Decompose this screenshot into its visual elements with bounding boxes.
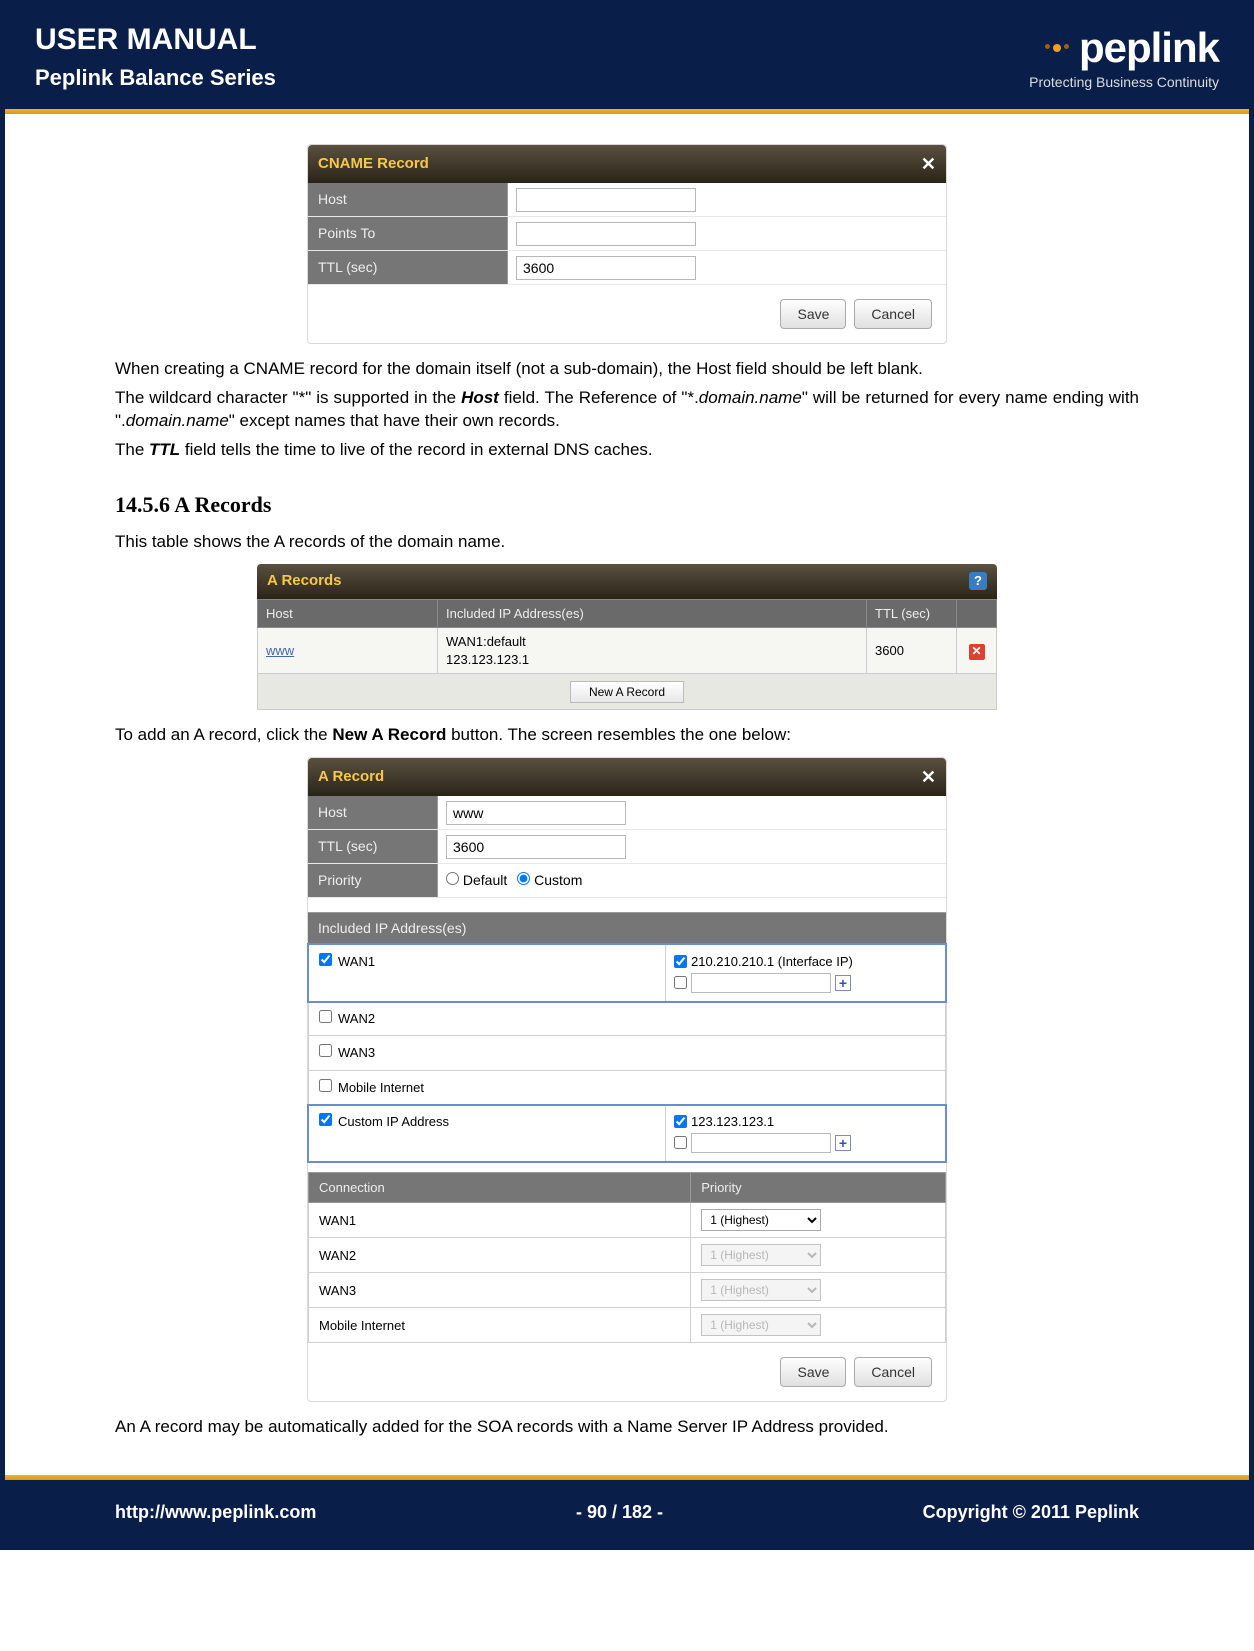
cname-record-panel: CNAME Record ✕ Host Points To TTL (sec) … — [307, 144, 947, 344]
wan2-checkbox[interactable] — [319, 1010, 332, 1023]
wan3-priority-select: 1 (Highest) — [701, 1279, 821, 1301]
wan1-checkbox[interactable] — [319, 953, 332, 966]
included-ip-header: Included IP Address(es) — [308, 912, 946, 944]
doc-footer: http://www.peplink.com - 90 / 182 - Copy… — [5, 1480, 1249, 1545]
custom-ip-checkbox[interactable] — [319, 1113, 332, 1126]
cancel-button[interactable]: Cancel — [854, 1357, 932, 1387]
cname-points-label: Points To — [308, 217, 508, 250]
table-row: WAN31 (Highest) — [309, 1273, 946, 1308]
cname-host-input[interactable] — [516, 188, 696, 212]
wan1-ip-checkbox[interactable] — [674, 955, 687, 968]
a-records-table: A Records ? Host Included IP Address(es)… — [257, 564, 997, 710]
paragraph: When creating a CNAME record for the dom… — [115, 358, 1139, 381]
wan1-priority-select[interactable]: 1 (Highest) — [701, 1209, 821, 1231]
cname-panel-title: CNAME Record — [318, 154, 429, 174]
logo-text: peplink — [1079, 24, 1219, 72]
footer-url: http://www.peplink.com — [115, 1502, 316, 1523]
cname-ttl-input[interactable] — [516, 256, 696, 280]
section-heading: 14.5.6 A Records — [115, 490, 1139, 520]
new-a-record-button[interactable]: New A Record — [570, 681, 684, 703]
cname-points-input[interactable] — [516, 222, 696, 246]
conn-header: Connection — [309, 1172, 691, 1203]
prio-header: Priority — [691, 1172, 946, 1203]
wan3-label: WAN3 — [338, 1044, 375, 1062]
wan1-ip-text: 210.210.210.1 (Interface IP) — [691, 953, 853, 971]
logo: peplink Protecting Business Continuity — [1029, 24, 1219, 90]
doc-subtitle: Peplink Balance Series — [35, 65, 276, 91]
mobile-label: Mobile Internet — [338, 1079, 424, 1097]
ar-priority-label: Priority — [308, 864, 438, 897]
cancel-button[interactable]: Cancel — [854, 299, 932, 329]
close-icon[interactable]: ✕ — [921, 152, 936, 176]
page-content: CNAME Record ✕ Host Points To TTL (sec) … — [5, 114, 1249, 1475]
col-host: Host — [258, 599, 438, 628]
paragraph: An A record may be automatically added f… — [115, 1416, 1139, 1439]
custom-ip1-text: 123.123.123.1 — [691, 1113, 774, 1131]
save-button[interactable]: Save — [780, 1357, 846, 1387]
plus-icon[interactable]: + — [835, 1135, 851, 1151]
col-ttl: TTL (sec) — [867, 599, 957, 628]
wan1-extra-input[interactable] — [691, 973, 831, 993]
cname-host-label: Host — [308, 183, 508, 216]
wan1-label: WAN1 — [338, 953, 375, 971]
logo-dots-icon — [1045, 44, 1069, 52]
plus-icon[interactable]: + — [835, 975, 851, 991]
a-record-panel-title: A Record — [318, 767, 384, 787]
paragraph: To add an A record, click the New A Reco… — [115, 724, 1139, 747]
priority-custom-radio[interactable]: Custom — [517, 871, 582, 890]
wan1-extra-checkbox[interactable] — [674, 976, 687, 989]
save-button[interactable]: Save — [780, 299, 846, 329]
a-record-ttl: 3600 — [867, 628, 957, 674]
wan2-priority-select: 1 (Highest) — [701, 1244, 821, 1266]
a-records-title: A Records — [267, 571, 341, 591]
a-record-ip: WAN1:default 123.123.123.1 — [438, 628, 867, 674]
footer-copyright: Copyright © 2011 Peplink — [923, 1502, 1139, 1523]
cname-ttl-label: TTL (sec) — [308, 251, 508, 284]
paragraph: The TTL field tells the time to live of … — [115, 439, 1139, 462]
close-icon[interactable]: ✕ — [921, 765, 936, 789]
ar-ttl-label: TTL (sec) — [308, 830, 438, 863]
wan2-label: WAN2 — [338, 1010, 375, 1028]
ar-ttl-input[interactable] — [446, 835, 626, 859]
custom-ip-extra-input[interactable] — [691, 1133, 831, 1153]
col-action — [957, 599, 997, 628]
delete-icon[interactable]: ✕ — [969, 644, 985, 660]
ar-host-input[interactable] — [446, 801, 626, 825]
logo-tagline: Protecting Business Continuity — [1029, 74, 1219, 90]
paragraph: This table shows the A records of the do… — [115, 531, 1139, 554]
col-ip: Included IP Address(es) — [438, 599, 867, 628]
paragraph: The wildcard character "*" is supported … — [115, 387, 1139, 433]
mobile-priority-select: 1 (Highest) — [701, 1314, 821, 1336]
custom-ip-label: Custom IP Address — [338, 1113, 449, 1131]
a-record-host-link[interactable]: www — [266, 643, 294, 658]
table-row: WAN11 (Highest) — [309, 1203, 946, 1238]
custom-ip-extra-checkbox[interactable] — [674, 1136, 687, 1149]
doc-title: USER MANUAL — [35, 23, 276, 57]
priority-default-radio[interactable]: Default — [446, 871, 507, 890]
ar-host-label: Host — [308, 796, 438, 829]
table-row: WAN21 (Highest) — [309, 1238, 946, 1273]
wan3-checkbox[interactable] — [319, 1044, 332, 1057]
custom-ip1-checkbox[interactable] — [674, 1115, 687, 1128]
table-row: www WAN1:default 123.123.123.1 3600 ✕ — [258, 628, 997, 674]
help-icon[interactable]: ? — [969, 572, 987, 590]
a-record-panel: A Record ✕ Host TTL (sec) Priority Defau… — [307, 757, 947, 1402]
footer-page: - 90 / 182 - — [576, 1502, 663, 1523]
mobile-checkbox[interactable] — [319, 1079, 332, 1092]
table-row: Mobile Internet1 (Highest) — [309, 1308, 946, 1343]
doc-header: USER MANUAL Peplink Balance Series pepli… — [5, 5, 1249, 109]
